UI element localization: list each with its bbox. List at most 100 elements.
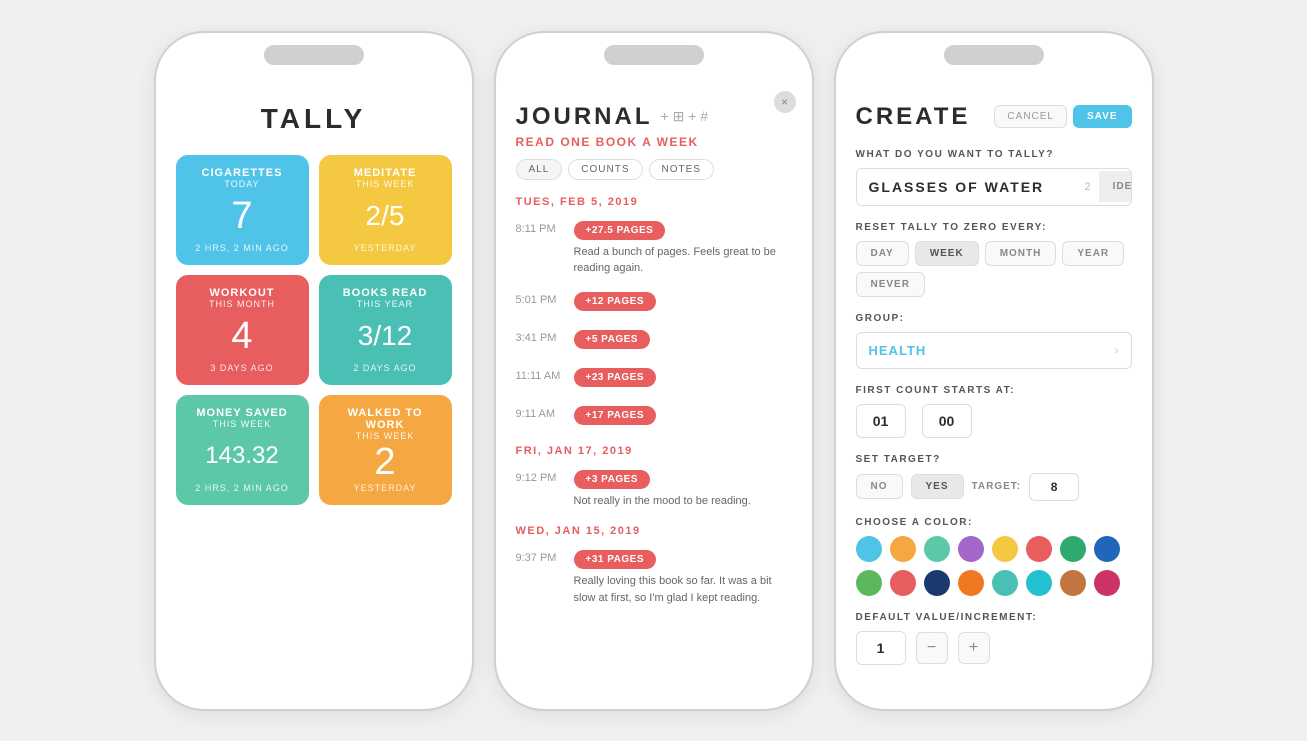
hour-box[interactable]: 01 — [856, 404, 906, 438]
minute-box[interactable]: 00 — [922, 404, 972, 438]
color-yellow[interactable] — [992, 536, 1018, 562]
increment-button[interactable]: + — [958, 632, 990, 664]
color-navy[interactable] — [924, 570, 950, 596]
entry-badge[interactable]: +27.5 PAGES — [574, 221, 666, 240]
card-money-title: MONEY SAVED — [188, 407, 297, 419]
card-workout-time: 3 DAYS AGO — [188, 363, 297, 373]
card-cigarettes[interactable]: CIGARETTES TODAY 7 2 HRS, 2 MIN AGO — [176, 155, 309, 265]
tab-counts[interactable]: COUNTS — [568, 159, 642, 180]
entry-right: +27.5 PAGES Read a bunch of pages. Feels… — [574, 220, 792, 277]
color-burnt-orange[interactable] — [958, 570, 984, 596]
card-workout-subtitle: THIS MONTH — [188, 299, 297, 309]
reset-never[interactable]: NEVER — [856, 272, 925, 297]
card-workout-title: WORKOUT — [188, 287, 297, 299]
card-cigarettes-subtitle: TODAY — [188, 179, 297, 189]
reset-year[interactable]: YEAR — [1062, 241, 1124, 266]
target-label: TARGET: — [972, 481, 1022, 492]
card-walked-value: 2 — [331, 443, 440, 481]
tally-screen: TALLY CIGARETTES TODAY 7 2 HRS, 2 MIN AG… — [156, 83, 472, 709]
color-pink[interactable] — [1094, 570, 1120, 596]
tally-input-row: 2 IDEAS — [856, 168, 1132, 206]
card-money[interactable]: MONEY SAVED THIS WEEK 143.32 2 HRS, 2 MI… — [176, 395, 309, 505]
journal-entry: 8:11 PM +27.5 PAGES Read a bunch of page… — [516, 220, 792, 277]
entry-badge[interactable]: +12 PAGES — [574, 292, 657, 311]
entry-badge[interactable]: +3 PAGES — [574, 470, 650, 489]
journal-date-3: WED, JAN 15, 2019 — [516, 525, 792, 537]
card-meditate-title: MEDITATE — [331, 167, 440, 179]
color-picker — [856, 536, 1132, 596]
card-walked-time: YESTERDAY — [331, 483, 440, 493]
phone-journal: × JOURNAL + ⊞ + # READ ONE BOOK A WEEK A… — [494, 31, 814, 711]
group-selector[interactable]: HEALTH › — [856, 332, 1132, 369]
color-coral[interactable] — [890, 570, 916, 596]
tally-grid: CIGARETTES TODAY 7 2 HRS, 2 MIN AGO MEDI… — [176, 155, 452, 505]
journal-icons[interactable]: + ⊞ + # — [661, 108, 709, 125]
target-no[interactable]: NO — [856, 474, 903, 499]
entry-time: 9:12 PM — [516, 469, 564, 484]
entry-time: 11:11 AM — [516, 367, 564, 382]
increment-row: 1 − + — [856, 631, 1132, 665]
journal-entry: 11:11 AM +23 PAGES — [516, 367, 792, 391]
color-green[interactable] — [856, 570, 882, 596]
card-walked[interactable]: WALKED TO WORK THIS WEEK 2 YESTERDAY — [319, 395, 452, 505]
color-cyan[interactable] — [1026, 570, 1052, 596]
tab-notes[interactable]: NOTES — [649, 159, 714, 180]
card-books[interactable]: BOOKS READ THIS YEAR 3/12 2 DAYS AGO — [319, 275, 452, 385]
color-dark-green[interactable] — [1060, 536, 1086, 562]
increment-value: 1 — [856, 631, 906, 665]
save-button[interactable]: SAVE — [1073, 105, 1132, 128]
card-meditate-subtitle: THIS WEEK — [331, 179, 440, 189]
color-orange[interactable] — [890, 536, 916, 562]
journal-entry: 9:37 PM +31 PAGES Really loving this boo… — [516, 549, 792, 606]
decrement-button[interactable]: − — [916, 632, 948, 664]
choose-color-label: CHOOSE A COLOR: — [856, 517, 1132, 528]
target-value-input[interactable] — [1029, 473, 1079, 501]
entry-note: Read a bunch of pages. Feels great to be… — [574, 244, 792, 277]
color-brown[interactable] — [1060, 570, 1086, 596]
journal-subtitle: READ ONE BOOK A WEEK — [516, 135, 792, 149]
card-meditate[interactable]: MEDITATE THIS WEEK 2/5 YESTERDAY — [319, 155, 452, 265]
journal-entry: 3:41 PM +5 PAGES — [516, 329, 792, 353]
journal-title: JOURNAL — [516, 103, 653, 131]
journal-screen: JOURNAL + ⊞ + # READ ONE BOOK A WEEK ALL… — [496, 83, 812, 709]
journal-date-1: TUES, FEB 5, 2019 — [516, 196, 792, 208]
time-row: 01 00 — [856, 404, 1132, 438]
color-mint[interactable] — [992, 570, 1018, 596]
journal-tabs: ALL COUNTS NOTES — [516, 159, 792, 180]
color-teal[interactable] — [924, 536, 950, 562]
phone-tally: TALLY CIGARETTES TODAY 7 2 HRS, 2 MIN AG… — [154, 31, 474, 711]
tab-all[interactable]: ALL — [516, 159, 563, 180]
card-workout-value: 4 — [188, 317, 297, 355]
color-blue[interactable] — [856, 536, 882, 562]
ideas-button[interactable]: IDEAS — [1099, 171, 1132, 202]
entry-time: 3:41 PM — [516, 329, 564, 344]
card-books-time: 2 DAYS AGO — [331, 363, 440, 373]
color-purple[interactable] — [958, 536, 984, 562]
reset-month[interactable]: MONTH — [985, 241, 1057, 266]
entry-badge[interactable]: +5 PAGES — [574, 330, 650, 349]
color-red[interactable] — [1026, 536, 1052, 562]
phones-container: TALLY CIGARETTES TODAY 7 2 HRS, 2 MIN AG… — [134, 11, 1174, 731]
reset-week[interactable]: WEEK — [915, 241, 979, 266]
reset-day[interactable]: DAY — [856, 241, 909, 266]
tally-name-input[interactable] — [857, 169, 1077, 205]
card-money-subtitle: THIS WEEK — [188, 419, 297, 429]
journal-title-row: JOURNAL + ⊞ + # — [516, 103, 792, 131]
entry-badge[interactable]: +31 PAGES — [574, 550, 657, 569]
card-workout[interactable]: WORKOUT THIS MONTH 4 3 DAYS AGO — [176, 275, 309, 385]
reset-label: RESET TALLY TO ZERO EVERY: — [856, 222, 1132, 233]
card-money-time: 2 HRS, 2 MIN AGO — [188, 483, 297, 493]
card-money-value: 143.32 — [188, 444, 297, 468]
card-books-title: BOOKS READ — [331, 287, 440, 299]
close-button[interactable]: × — [774, 91, 796, 113]
entry-badge[interactable]: +23 PAGES — [574, 368, 657, 387]
phone-create: CREATE CANCEL SAVE WHAT DO YOU WANT TO T… — [834, 31, 1154, 711]
cancel-button[interactable]: CANCEL — [994, 105, 1067, 128]
card-walked-subtitle: THIS WEEK — [331, 431, 440, 441]
entry-badge[interactable]: +17 PAGES — [574, 406, 657, 425]
color-dark-blue[interactable] — [1094, 536, 1120, 562]
entry-right: +31 PAGES Really loving this book so far… — [574, 549, 792, 606]
char-count: 2 — [1077, 181, 1099, 193]
target-yes[interactable]: YES — [911, 474, 964, 499]
entry-right: +12 PAGES — [574, 291, 792, 315]
